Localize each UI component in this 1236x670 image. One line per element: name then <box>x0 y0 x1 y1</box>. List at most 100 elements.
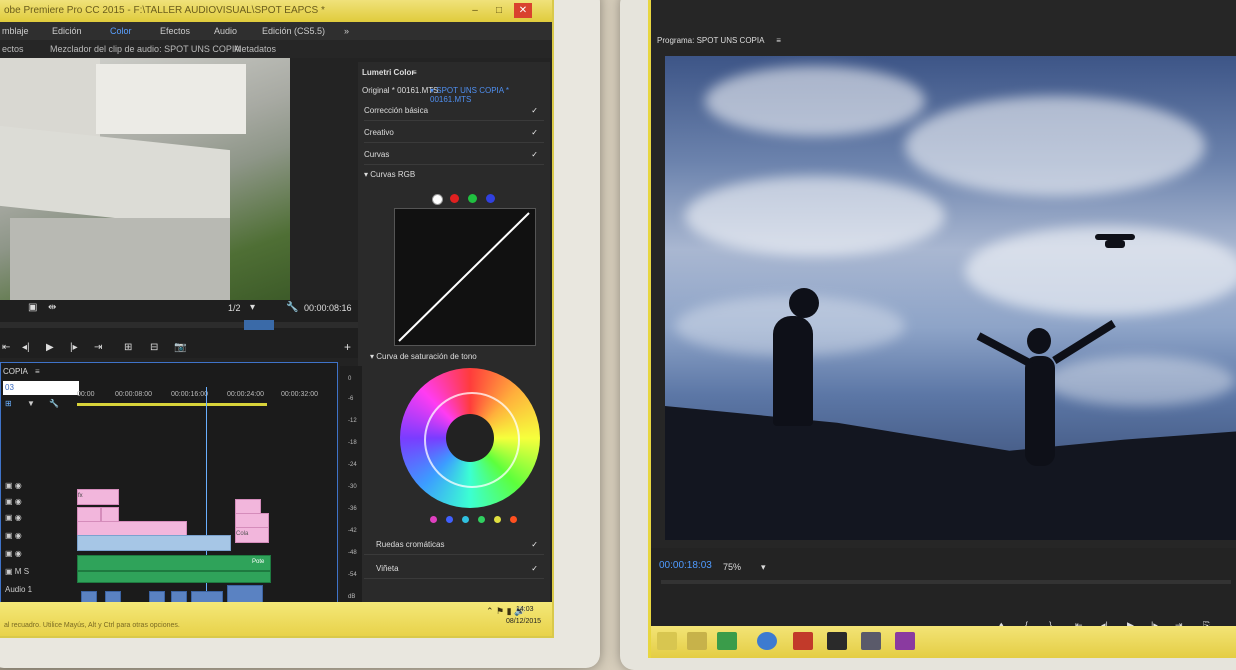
scrubber-handle[interactable] <box>244 320 274 330</box>
tray-date[interactable]: 08/12/2015 <box>506 618 541 625</box>
hue-sat-header[interactable]: ▾ Curva de saturación de tono <box>370 352 477 361</box>
workspace-audio[interactable]: Audio <box>214 22 237 40</box>
section-ruedas-cromaticas[interactable]: Ruedas cromáticas ✓ <box>364 536 544 555</box>
workspace-edicion[interactable]: Edición <box>52 22 82 40</box>
workspace-color[interactable]: Color <box>110 22 132 40</box>
frame-forward-icon[interactable]: |▸ <box>70 342 78 353</box>
play-icon[interactable]: ▶ <box>46 342 54 353</box>
timeline-menu-icon[interactable]: ≡ <box>35 367 40 376</box>
channel-green-dot[interactable] <box>468 194 477 203</box>
sat-dot-blue[interactable] <box>446 516 453 523</box>
sat-dot-red[interactable] <box>510 516 517 523</box>
maximize-button[interactable]: □ <box>490 3 508 18</box>
minimize-button[interactable]: – <box>466 3 484 18</box>
checkmark-icon[interactable]: ✓ <box>531 536 538 554</box>
marker-icon[interactable]: ▼ <box>27 399 35 408</box>
section-correccion-basica[interactable]: Corrección básica ✓ <box>364 102 544 121</box>
channel-red-dot[interactable] <box>450 194 459 203</box>
wrench-icon[interactable]: 🔧 <box>49 399 59 408</box>
in-out-icon[interactable]: ⇹ <box>48 302 56 313</box>
sat-dot-yellow[interactable] <box>494 516 501 523</box>
program-video-frame[interactable] <box>665 56 1236 540</box>
status-hint: al recuadro. Utilice Mayús, Alt y Ctrl p… <box>4 622 180 629</box>
overwrite-icon[interactable]: ⊟ <box>150 342 158 353</box>
right-taskbar <box>651 626 1236 658</box>
step-back-icon[interactable]: ⇤ <box>2 342 10 353</box>
program-menu-icon[interactable]: ≡ <box>766 36 781 45</box>
checkmark-icon[interactable]: ✓ <box>531 560 538 578</box>
add-button[interactable]: + <box>344 340 351 354</box>
zoom-select[interactable]: 1/2 <box>228 303 241 313</box>
program-title[interactable]: Programa: SPOT UNS COPIA <box>657 36 764 45</box>
hue-sat-label: Curva de saturación de tono <box>376 352 477 361</box>
hue-saturation-wheel[interactable] <box>400 368 540 508</box>
workspace-montaje[interactable]: mblaje <box>2 22 29 40</box>
app-icon[interactable] <box>861 632 881 650</box>
hill-silhouette <box>665 406 1236 540</box>
tab-audio-clip-mixer[interactable]: Mezclador del clip de audio: SPOT UNS CO… <box>50 40 240 58</box>
app-icon[interactable] <box>827 632 847 650</box>
workspace-efectos[interactable]: Efectos <box>160 22 190 40</box>
rgb-curve-graph[interactable] <box>394 208 536 346</box>
work-area-bar[interactable] <box>77 403 267 406</box>
section-vineta[interactable]: Viñeta ✓ <box>364 560 544 579</box>
windows-start-icon[interactable] <box>657 632 677 650</box>
track-toggle-icon[interactable]: ▣ ◉ <box>5 549 22 558</box>
video-clip[interactable] <box>77 571 271 583</box>
track-mute[interactable]: ▣ M S <box>5 567 29 576</box>
video-clip[interactable]: fx <box>77 489 119 505</box>
checkmark-icon[interactable]: ✓ <box>531 146 538 164</box>
zoom-chevron-down-icon[interactable]: ▾ <box>761 562 766 573</box>
lumetri-source-label[interactable]: Original * 00161.MTS <box>362 86 438 95</box>
meter-label: -54 <box>348 572 357 578</box>
timeline-title[interactable]: COPIA <box>3 367 28 376</box>
tab-efectos[interactable]: ectos <box>2 40 24 58</box>
program-zoom-select[interactable]: 75% <box>723 562 741 572</box>
workspace-edicion-cs55[interactable]: Edición (CS5.5) <box>262 22 325 40</box>
source-video-frame[interactable] <box>0 58 290 303</box>
meter-label: dB <box>348 594 356 600</box>
step-forward-icon[interactable]: ⇥ <box>94 342 102 353</box>
app-icon[interactable] <box>793 632 813 650</box>
zoom-chevron-down-icon[interactable]: ▾ <box>250 302 255 313</box>
snap-icon[interactable]: ⊞ <box>5 399 12 408</box>
plaza <box>10 218 230 303</box>
program-scrubber[interactable] <box>661 580 1231 584</box>
premiere-icon[interactable] <box>895 632 915 650</box>
sat-dot-green[interactable] <box>478 516 485 523</box>
tab-metadatos[interactable]: Metadatos <box>234 40 276 58</box>
timeline-ruler[interactable]: 00:00 00:00:08:00 00:00:16:00 00:00:24:0… <box>77 387 337 409</box>
chrome-icon[interactable] <box>757 632 777 650</box>
marker-icon[interactable]: ▣ <box>28 302 37 313</box>
lumetri-menu-icon[interactable]: ≡ <box>412 68 417 77</box>
frame-back-icon[interactable]: ◂| <box>22 342 30 353</box>
video-clip[interactable] <box>77 535 231 551</box>
channel-blue-dot[interactable] <box>486 194 495 203</box>
track-toggle-icon[interactable]: ▣ ◉ <box>5 497 22 506</box>
track-toggle-icon[interactable]: ▣ ◉ <box>5 513 22 522</box>
section-curvas[interactable]: Curvas ✓ <box>364 146 544 165</box>
source-scrubber[interactable] <box>0 320 360 330</box>
checkmark-icon[interactable]: ✓ <box>531 124 538 142</box>
camera-icon[interactable]: 📷 <box>174 342 186 353</box>
insert-icon[interactable]: ⊞ <box>124 342 132 353</box>
file-explorer-icon[interactable] <box>687 632 707 650</box>
timeline-timecode-input[interactable]: 03 <box>3 381 79 395</box>
tray-clock[interactable]: 14:03 <box>516 606 534 613</box>
close-button[interactable]: ✕ <box>514 3 532 18</box>
workspace-overflow-icon[interactable]: » <box>344 22 349 40</box>
excel-icon[interactable] <box>717 632 737 650</box>
track-toggle-icon[interactable]: ▣ ◉ <box>5 481 22 490</box>
section-creativo[interactable]: Creativo ✓ <box>364 124 544 143</box>
curves-rgb-header[interactable]: ▾ Curvas RGB <box>364 170 415 179</box>
checkmark-icon[interactable]: ✓ <box>531 102 538 120</box>
sat-dot-cyan[interactable] <box>462 516 469 523</box>
ruler-label: 00:00:24:00 <box>227 391 264 398</box>
track-toggle-icon[interactable]: ▣ ◉ <box>5 531 22 540</box>
wrench-icon[interactable]: 🔧 <box>286 302 298 313</box>
video-clip[interactable]: Pote <box>77 555 271 571</box>
channel-white-dot[interactable] <box>432 194 443 205</box>
video-clip[interactable]: Cola <box>235 527 269 543</box>
meter-label: -6 <box>348 396 354 402</box>
sat-dot-magenta[interactable] <box>430 516 437 523</box>
